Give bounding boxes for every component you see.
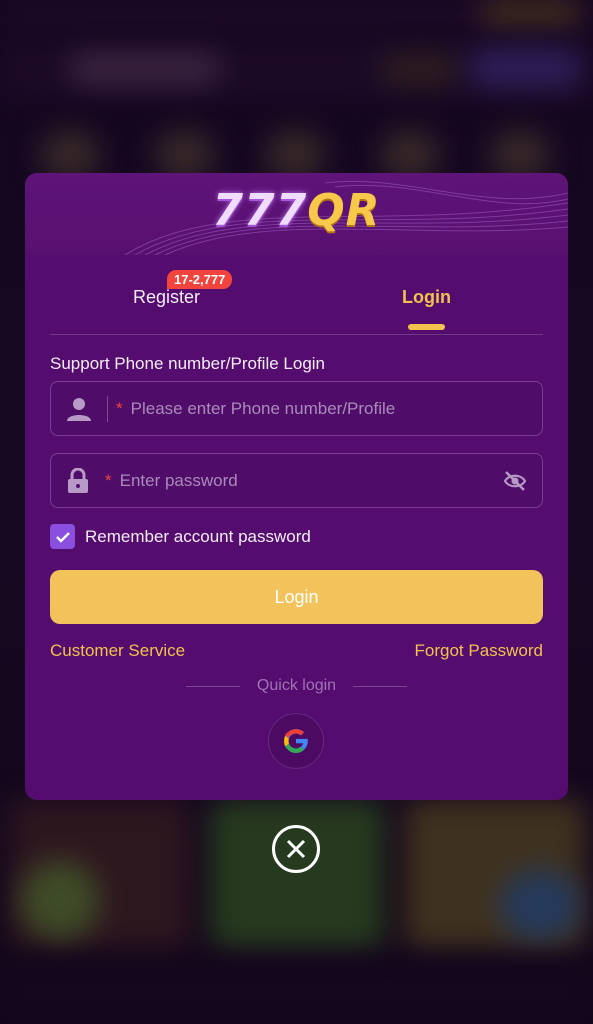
close-modal-button[interactable] — [272, 825, 320, 873]
lock-icon — [51, 467, 105, 494]
required-mark: * — [116, 398, 123, 418]
phone-input[interactable] — [130, 398, 542, 419]
customer-service-link[interactable]: Customer Service — [50, 641, 185, 661]
eye-off-icon[interactable] — [488, 470, 542, 491]
quick-login-divider: Quick login — [25, 677, 568, 695]
modal-header: 777QR — [25, 173, 568, 255]
remember-checkbox[interactable] — [50, 524, 75, 549]
tab-register[interactable]: Register — [133, 287, 200, 308]
google-icon — [284, 729, 309, 753]
required-mark: * — [105, 470, 112, 490]
brand-logo-part1: 777 — [212, 185, 308, 236]
password-input[interactable] — [119, 470, 488, 491]
remember-row[interactable]: Remember account password — [50, 524, 311, 549]
remember-label: Remember account password — [85, 526, 311, 546]
password-field[interactable]: * — [50, 453, 543, 508]
brand-logo: 777QR — [25, 185, 568, 236]
quick-login-label: Quick login — [256, 677, 337, 694]
support-label: Support Phone number/Profile Login — [50, 354, 326, 373]
check-icon — [55, 531, 70, 543]
login-button[interactable]: Login — [50, 570, 543, 624]
active-tab-indicator — [408, 324, 445, 330]
user-icon — [51, 396, 107, 422]
close-icon — [286, 839, 306, 859]
google-login-button[interactable] — [268, 713, 324, 769]
field-separator — [107, 395, 108, 422]
forgot-password-link[interactable]: Forgot Password — [415, 641, 544, 661]
tab-login[interactable]: Login — [402, 287, 451, 308]
divider-line — [185, 685, 240, 687]
divider-line — [353, 685, 408, 687]
auth-tabs: 17-2,777 Register Login — [50, 255, 543, 335]
phone-field[interactable]: * — [50, 381, 543, 436]
login-modal: 777QR 17-2,777 Register Login Support Ph… — [25, 173, 568, 800]
brand-logo-part2: QR — [307, 185, 381, 236]
